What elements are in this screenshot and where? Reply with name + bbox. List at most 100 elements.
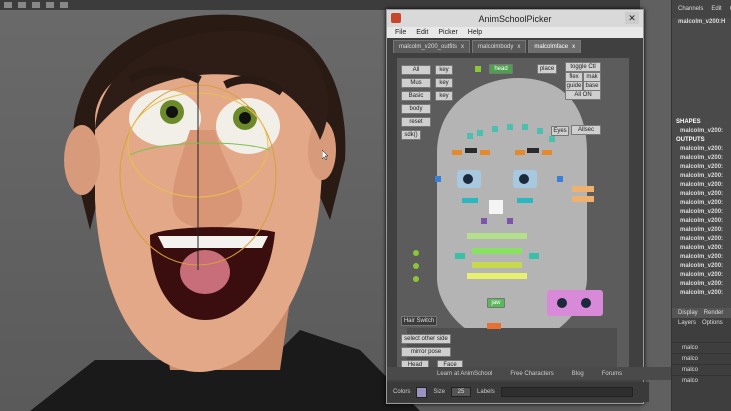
- brow-left-ctrl[interactable]: [452, 150, 462, 155]
- jaw-button[interactable]: jaw: [487, 298, 505, 308]
- body-button[interactable]: body: [401, 104, 431, 114]
- pupil-left-icon[interactable]: [463, 174, 473, 184]
- eye-widget[interactable]: [547, 290, 603, 316]
- output-node[interactable]: malcolm_v200:: [672, 217, 731, 226]
- forehead-ctrl[interactable]: [492, 126, 498, 132]
- place-button[interactable]: place: [537, 64, 557, 74]
- forehead-ctrl[interactable]: [507, 124, 513, 130]
- layer-row[interactable]: malco: [672, 364, 731, 375]
- ctrl-green-marker[interactable]: [475, 66, 481, 72]
- output-node[interactable]: malcolm_v200:: [672, 271, 731, 280]
- mirror-pose-button[interactable]: mirror pose: [401, 347, 451, 357]
- forehead-ctrl[interactable]: [477, 130, 483, 136]
- output-node[interactable]: malcolm_v200:: [672, 145, 731, 154]
- mus-button[interactable]: Mus: [401, 78, 431, 88]
- tab-face[interactable]: malcolmface x: [528, 40, 582, 53]
- tab-display[interactable]: Display: [678, 310, 698, 316]
- brow-left-ctrl[interactable]: [465, 148, 477, 153]
- brow-right-ctrl[interactable]: [542, 150, 552, 155]
- brow-right-ctrl[interactable]: [515, 150, 525, 155]
- output-node[interactable]: malcolm_v200:: [672, 154, 731, 163]
- output-node[interactable]: malcolm_v200:: [672, 226, 731, 235]
- menu-options[interactable]: Options: [702, 320, 723, 326]
- key-all-button[interactable]: key: [435, 65, 453, 75]
- menu-channels[interactable]: Channels: [678, 6, 703, 12]
- key-basic-button[interactable]: key: [435, 91, 453, 101]
- brow-right-ctrl[interactable]: [527, 148, 539, 153]
- side-ctrl-dot[interactable]: [413, 276, 419, 282]
- allsec-button[interactable]: Allsec: [571, 125, 601, 135]
- output-node[interactable]: malcolm_v200:: [672, 208, 731, 217]
- forehead-ctrl[interactable]: [549, 136, 555, 142]
- tab-render[interactable]: Render: [704, 310, 724, 316]
- output-node[interactable]: malcolm_v200:: [672, 262, 731, 271]
- forums-link[interactable]: Forums: [602, 371, 622, 377]
- side-ctrl-dot[interactable]: [413, 250, 419, 256]
- picker-titlebar[interactable]: AnimSchoolPicker ✕: [387, 10, 643, 27]
- output-node[interactable]: malcolm_v200:: [672, 190, 731, 199]
- eye-corner-ctrl[interactable]: [435, 176, 441, 182]
- layer-row[interactable]: malco: [672, 342, 731, 353]
- picker-canvas[interactable]: All key Mus key Basic key body reset sdk…: [397, 58, 629, 376]
- lid-left-ctrl[interactable]: [462, 198, 478, 203]
- size-field[interactable]: 25: [451, 387, 472, 397]
- nose-ctrl[interactable]: [489, 200, 503, 214]
- mouth-corner-ctrl[interactable]: [529, 253, 539, 259]
- shape-node[interactable]: malcolm_v200:: [672, 127, 731, 136]
- forehead-ctrl[interactable]: [537, 128, 543, 134]
- upper-lip-ctrl[interactable]: [467, 233, 527, 239]
- menu-file[interactable]: File: [395, 29, 406, 36]
- menu-layers[interactable]: Layers: [678, 320, 696, 326]
- all-on-button[interactable]: All ON: [565, 90, 601, 100]
- select-other-side-button[interactable]: select other side: [401, 334, 451, 344]
- mouth-ctrl[interactable]: [472, 248, 522, 254]
- head-button[interactable]: head: [489, 64, 513, 74]
- output-node[interactable]: malcolm_v200:: [672, 235, 731, 244]
- reset-button[interactable]: reset: [401, 117, 431, 127]
- tab-body[interactable]: malcolmbody x: [472, 40, 527, 53]
- output-node[interactable]: malcolm_v200:: [672, 181, 731, 190]
- menu-picker[interactable]: Picker: [438, 29, 457, 36]
- basic-button[interactable]: Basic: [401, 91, 431, 101]
- output-node[interactable]: malcolm_v200:: [672, 244, 731, 253]
- forehead-ctrl[interactable]: [522, 124, 528, 130]
- tab-close-icon[interactable]: x: [461, 44, 464, 50]
- chin-ctrl[interactable]: [467, 273, 527, 279]
- tab-close-icon[interactable]: x: [572, 44, 575, 50]
- toggle-ctl-button[interactable]: toggle Ctl: [565, 62, 601, 72]
- forehead-ctrl[interactable]: [467, 133, 473, 139]
- key-mus-button[interactable]: key: [435, 78, 453, 88]
- cheek-ctrl[interactable]: [572, 196, 594, 202]
- nostril-ctrl[interactable]: [507, 218, 513, 224]
- all-button[interactable]: All: [401, 65, 431, 75]
- side-ctrl-dot[interactable]: [413, 263, 419, 269]
- lid-right-ctrl[interactable]: [517, 198, 533, 203]
- hair-switch-button[interactable]: Hair Switch: [401, 316, 437, 326]
- selected-node-name[interactable]: malcolm_v200:H: [672, 18, 731, 26]
- menu-edit[interactable]: Edit: [711, 6, 721, 12]
- labels-field[interactable]: [500, 387, 633, 397]
- tab-outfits[interactable]: malcolm_v200_outfits x: [393, 40, 471, 53]
- lower-lip-ctrl[interactable]: [472, 262, 522, 268]
- output-node[interactable]: malcolm_v200:: [672, 253, 731, 262]
- output-node[interactable]: malcolm_v200:: [672, 172, 731, 181]
- eyes-button[interactable]: Eyes: [551, 126, 569, 136]
- menu-edit[interactable]: Edit: [416, 29, 428, 36]
- output-node[interactable]: malcolm_v200:: [672, 163, 731, 172]
- learn-link[interactable]: Learn at AnimSchool: [437, 371, 492, 377]
- tab-close-icon[interactable]: x: [517, 44, 520, 50]
- layer-row[interactable]: malco: [672, 375, 731, 386]
- sdk-button[interactable]: sdk(): [401, 130, 421, 140]
- color-swatch[interactable]: [416, 386, 428, 398]
- layer-row[interactable]: malco: [672, 353, 731, 364]
- cheek-ctrl[interactable]: [572, 186, 594, 192]
- output-node[interactable]: malcolm_v200:: [672, 289, 731, 298]
- blog-link[interactable]: Blog: [572, 371, 584, 377]
- output-node[interactable]: malcolm_v200:: [672, 280, 731, 289]
- brow-left-ctrl[interactable]: [480, 150, 490, 155]
- eye-corner-ctrl[interactable]: [557, 176, 563, 182]
- mouth-corner-ctrl[interactable]: [455, 253, 465, 259]
- output-node[interactable]: malcolm_v200:: [672, 199, 731, 208]
- menu-help[interactable]: Help: [468, 29, 482, 36]
- close-icon[interactable]: ✕: [625, 12, 639, 24]
